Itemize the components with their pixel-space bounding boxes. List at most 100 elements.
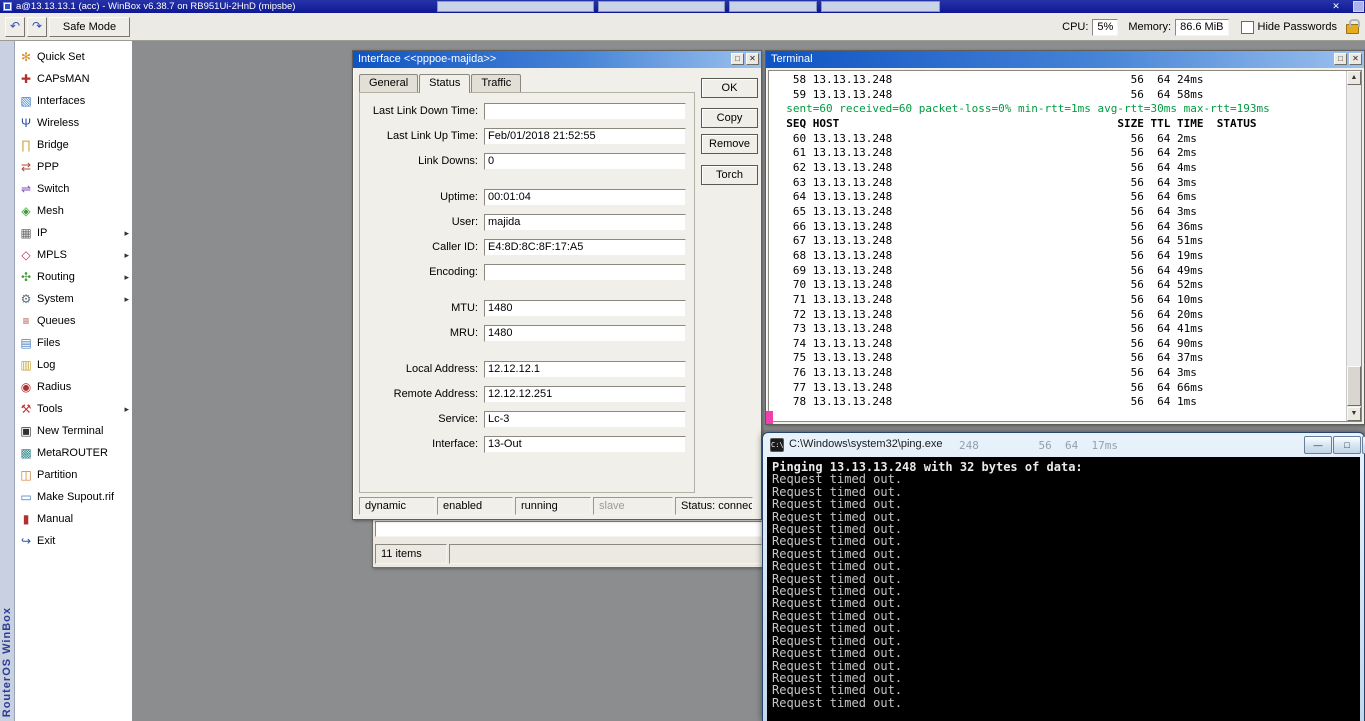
undo-button[interactable]: ↶: [5, 17, 25, 37]
field-input-caller-id[interactable]: E4:8D:8C:8F:17:A5: [484, 239, 686, 256]
sidebar-item-label: Switch: [34, 183, 69, 195]
sidebar-item-label: Queues: [34, 315, 76, 327]
copy-button[interactable]: Copy: [701, 108, 758, 128]
sidebar-item-mpls[interactable]: ◇MPLS▸: [15, 244, 132, 266]
torch-button[interactable]: Torch: [701, 165, 758, 185]
cpu-label: CPU:: [1062, 21, 1088, 33]
scroll-down-icon[interactable]: ▼: [1347, 407, 1361, 421]
sidebar-item-label: IP: [34, 227, 47, 239]
field-input-link-downs[interactable]: 0: [484, 153, 686, 170]
field-input-mru[interactable]: 1480: [484, 325, 686, 342]
field-input-remote-address[interactable]: 12.12.12.251: [484, 386, 686, 403]
field-label-mtu: MTU:: [360, 302, 478, 314]
dialog-titlebar[interactable]: Interface <<pppoe-majida>> □ ✕: [353, 51, 761, 68]
sidebar-item-capsman[interactable]: ✚CAPsMAN: [15, 68, 132, 90]
sidebar-item-tools[interactable]: ⚒Tools▸: [15, 398, 132, 420]
sidebar-item-routing[interactable]: ✣Routing▸: [15, 266, 132, 288]
background-window-fragment: [729, 1, 817, 12]
sidebar-item-bridge[interactable]: ∏Bridge: [15, 134, 132, 156]
maximize-icon[interactable]: □: [731, 53, 744, 65]
sidebar-item-mesh[interactable]: ◈Mesh: [15, 200, 132, 222]
safe-mode-button[interactable]: Safe Mode: [49, 17, 130, 37]
dialog-field-row: User:majida: [360, 214, 694, 232]
field-input-interface[interactable]: 13-Out: [484, 436, 686, 453]
files-icon: ▤: [18, 336, 34, 350]
window-control-fragment[interactable]: [1353, 1, 1364, 12]
field-input-encoding[interactable]: [484, 264, 686, 281]
sidebar-item-system[interactable]: ⚙System▸: [15, 288, 132, 310]
terminal-line: 76 13.13.13.248 56 64 3ms: [773, 366, 1344, 381]
maximize-icon[interactable]: □: [1333, 436, 1361, 454]
terminal-line: 74 13.13.13.248 56 64 90ms: [773, 337, 1344, 352]
field-label-link-downs: Link Downs:: [360, 155, 478, 167]
remove-button[interactable]: Remove: [701, 134, 758, 154]
sidebar-item-label: Mesh: [34, 205, 64, 217]
sidebar-item-metarouter[interactable]: ▩MetaROUTER: [15, 442, 132, 464]
sidebar-item-wireless[interactable]: ΨWireless: [15, 112, 132, 134]
field-input-mtu[interactable]: 1480: [484, 300, 686, 317]
maximize-icon[interactable]: □: [1334, 53, 1347, 65]
sidebar-item-switch[interactable]: ⇌Switch: [15, 178, 132, 200]
field-label-mru: MRU:: [360, 327, 478, 339]
field-input-local-address[interactable]: 12.12.12.1: [484, 361, 686, 378]
terminal-title: Terminal: [771, 53, 813, 65]
close-icon[interactable]: ✕: [1349, 53, 1362, 65]
wireless-icon: Ψ: [18, 116, 34, 130]
sidebar-item-ip[interactable]: ▦IP▸: [15, 222, 132, 244]
sidebar-item-label: Routing: [34, 271, 75, 283]
redo-button[interactable]: ↷: [27, 17, 47, 37]
hide-passwords-checkbox[interactable]: [1241, 21, 1254, 34]
minimize-icon[interactable]: —: [1304, 436, 1332, 454]
sidebar-item-log[interactable]: ▥Log: [15, 354, 132, 376]
terminal-line: sent=60 received=60 packet-loss=0% min-r…: [773, 102, 1344, 117]
terminal-line: 68 13.13.13.248 56 64 19ms: [773, 249, 1344, 264]
console-timeout-line: Request timed out.: [772, 473, 1083, 485]
mpls-icon: ◇: [18, 248, 34, 262]
field-label-encoding: Encoding:: [360, 266, 478, 278]
sidebar-item-new-terminal[interactable]: ▣New Terminal: [15, 420, 132, 442]
interface-dialog: Interface <<pppoe-majida>> □ ✕ GeneralSt…: [352, 50, 762, 520]
tab-traffic[interactable]: Traffic: [471, 74, 521, 92]
terminal-line: 75 13.13.13.248 56 64 37ms: [773, 351, 1344, 366]
terminal-icon: ▣: [18, 424, 34, 438]
field-input-service[interactable]: Lc-3: [484, 411, 686, 428]
tab-general[interactable]: General: [359, 74, 418, 92]
bridge-icon: ∏: [18, 138, 34, 152]
terminal-content[interactable]: 58 13.13.13.248 56 64 24ms 59 13.13.13.2…: [768, 70, 1362, 422]
field-input-last-link-up-time[interactable]: Feb/01/2018 21:52:55: [484, 128, 686, 145]
sidebar-item-files[interactable]: ▤Files: [15, 332, 132, 354]
log-icon: ▥: [18, 358, 34, 372]
sidebar-item-queues[interactable]: ≡Queues: [15, 310, 132, 332]
brand-vertical-text: RouterOS WinBox: [1, 607, 13, 717]
sidebar-item-partition[interactable]: ◫Partition: [15, 464, 132, 486]
tab-status[interactable]: Status: [419, 74, 470, 93]
statusbar-filler: [449, 544, 762, 564]
submenu-arrow-icon: ▸: [124, 272, 129, 283]
sidebar-item-radius[interactable]: ◉Radius: [15, 376, 132, 398]
ppp-statusbar: 11 items: [375, 544, 762, 564]
partition-icon: ◫: [18, 468, 34, 482]
terminal-titlebar[interactable]: Terminal □ ✕: [766, 51, 1364, 68]
close-icon[interactable]: ✕: [1329, 1, 1343, 12]
field-input-user[interactable]: majida: [484, 214, 686, 231]
capsman-icon: ✚: [18, 72, 34, 86]
sidebar-item-make-supout-rif[interactable]: ▭Make Supout.rif: [15, 486, 132, 508]
sidebar-item-quick-set[interactable]: ✻Quick Set: [15, 46, 132, 68]
sidebar-item-manual[interactable]: ▮Manual: [15, 508, 132, 530]
field-input-uptime[interactable]: 00:01:04: [484, 189, 686, 206]
submenu-arrow-icon: ▸: [124, 294, 129, 305]
terminal-cursor: [766, 411, 773, 424]
console-timeout-line: Request timed out.: [772, 498, 1083, 510]
terminal-scrollbar[interactable]: ▲ ▼: [1346, 71, 1361, 421]
field-input-last-link-down-time[interactable]: [484, 103, 686, 120]
terminal-line: 59 13.13.13.248 56 64 58ms: [773, 88, 1344, 103]
ok-button[interactable]: OK: [701, 78, 758, 98]
scroll-up-icon[interactable]: ▲: [1347, 71, 1361, 85]
ping-titlebar[interactable]: C:\ C:\Windows\system32\ping.exe 248 56 …: [763, 433, 1364, 457]
sidebar-item-interfaces[interactable]: ▧Interfaces: [15, 90, 132, 112]
sidebar-item-ppp[interactable]: ⇄PPP: [15, 156, 132, 178]
close-icon[interactable]: ✕: [746, 53, 759, 65]
scrollbar-thumb[interactable]: [1347, 366, 1361, 406]
sidebar-item-exit[interactable]: ↪Exit: [15, 530, 132, 552]
field-label-remote-address: Remote Address:: [360, 388, 478, 400]
